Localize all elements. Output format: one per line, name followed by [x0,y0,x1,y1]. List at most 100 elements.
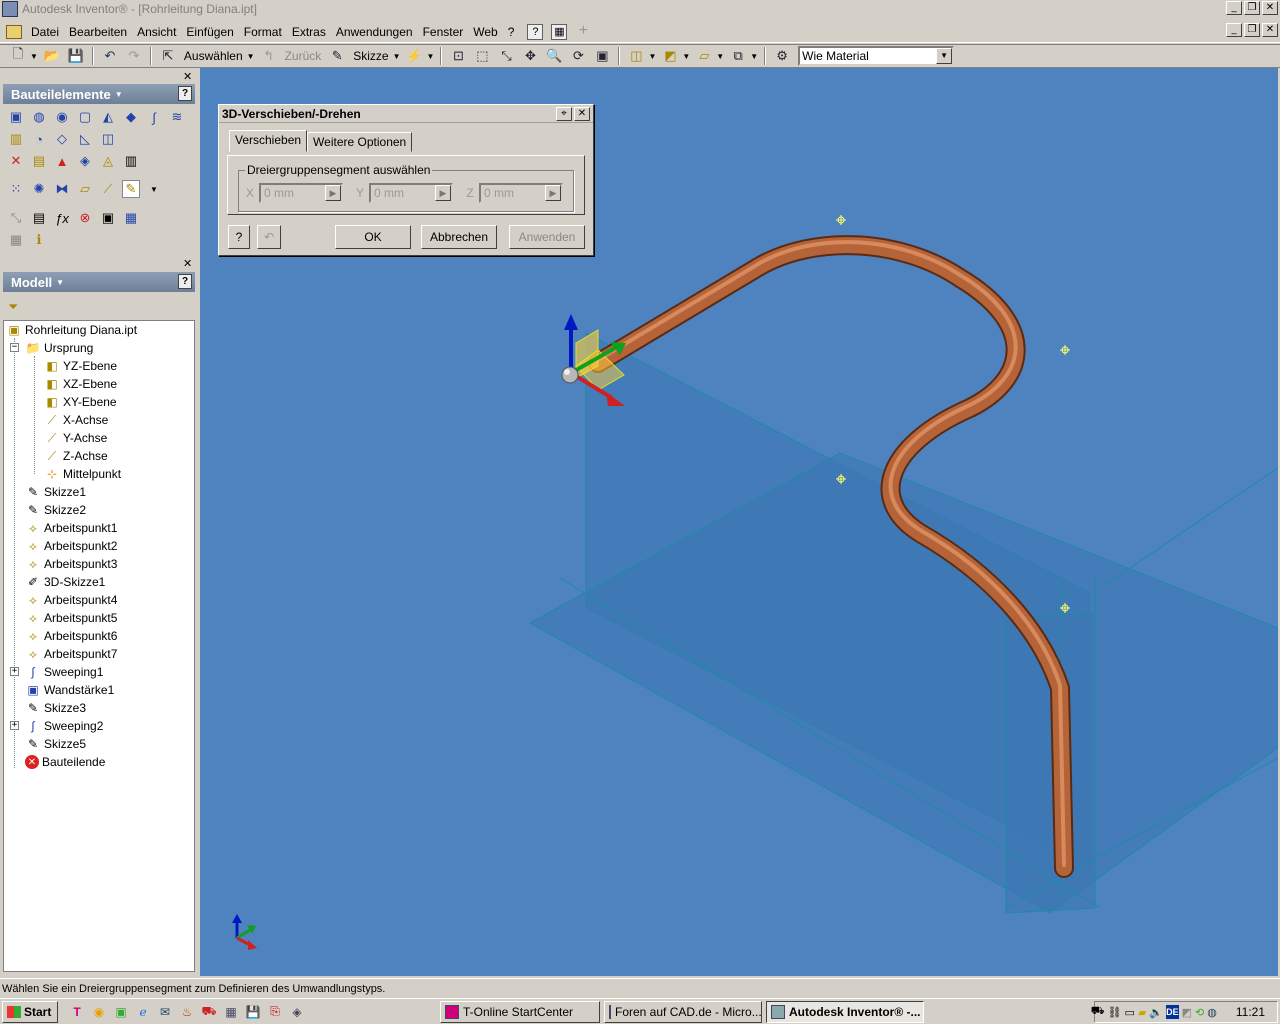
menu-fenster[interactable]: Fenster [418,25,469,39]
doc-close-button[interactable]: ✕ [1262,23,1278,37]
redo-icon[interactable]: ↷ [124,47,144,65]
menu-einfuegen[interactable]: Einfügen [181,25,238,39]
rotate-icon[interactable]: ⟳ [568,47,588,65]
media-player-icon[interactable]: ◉ [90,1003,108,1021]
acrobat-icon[interactable]: ⎘ [266,1003,284,1021]
security-icon[interactable]: ◍ [1207,1005,1217,1019]
table-icon[interactable]: ▦ [122,209,140,227]
help-button[interactable]: ? [228,225,250,249]
zoom-window-icon[interactable]: ⬚ [472,47,492,65]
inventor-icon[interactable]: ◈ [288,1003,306,1021]
menu-help[interactable]: ? [503,25,520,39]
tree-item-end-of-part[interactable]: ✕ Bauteilende [25,753,105,771]
dialog-title-bar[interactable]: 3D-Verschieben/-Drehen [219,105,593,123]
sectional-view-icon[interactable]: ⧉ [728,47,748,65]
tree-item-sketch1[interactable]: ✎ Skizze1 [25,483,86,501]
features-panel-close-icon[interactable]: ✕ [183,70,192,83]
tree-item-workpoint6[interactable]: ⟡ Arbeitspunkt6 [25,627,117,645]
minimize-button[interactable]: _ [1226,1,1242,15]
revolve-icon[interactable]: ◍ [30,108,48,126]
tree-item-workpoint7[interactable]: ⟡ Arbeitspunkt7 [25,645,117,663]
ucs-icon[interactable]: ⤡ [7,209,25,227]
tree-item-sweep1[interactable]: ∫ Sweeping1 [25,663,103,681]
help-icon[interactable]: ? [178,86,192,101]
section-dropdown-icon[interactable]: ▼ [750,52,758,61]
connection-icon[interactable]: ⛓ [1108,1005,1122,1019]
tree-item-y-axis[interactable]: ⟋ Y-Achse [44,429,107,447]
info-icon[interactable]: ℹ [30,231,48,249]
expand-icon[interactable]: + [10,667,19,676]
zoom-all-icon[interactable]: ⊡ [448,47,468,65]
dialog-close-button[interactable]: ✕ [574,107,590,121]
sync-icon[interactable]: ⟲ [1195,1005,1204,1019]
split-icon[interactable]: ◫ [99,130,117,148]
speaker-icon[interactable]: 🔈 [1149,1005,1163,1019]
display-dropdown-icon[interactable]: ▼ [682,52,690,61]
language-indicator[interactable]: DE [1166,1005,1179,1019]
sketch-dropdown-icon[interactable]: ▼ [393,52,401,61]
sketch-icon[interactable]: ✎ [327,47,347,65]
doc-minimize-button[interactable]: _ [1226,23,1242,37]
network-icon[interactable]: ⛟ [1091,1005,1105,1019]
create-ifeature-icon[interactable]: ▣ [99,209,117,227]
pin-icon[interactable]: ⌖ [556,107,572,121]
menu-web[interactable]: Web [468,25,502,39]
features-panel-header[interactable]: Bauteilelemente ▼ ? [3,84,195,104]
shaded-display-icon[interactable]: ◩ [660,47,680,65]
monitor-icon[interactable]: ▭ [1125,1005,1135,1019]
hole-icon[interactable]: ◉ [53,108,71,126]
look-at-icon[interactable]: ▣ [592,47,612,65]
menu-extras[interactable]: Extras [287,25,331,39]
inventor-app-icon[interactable] [2,1,18,17]
filter-icon[interactable]: ⏷ [8,299,18,315]
ground-shadow-icon[interactable]: ▱ [694,47,714,65]
internet-explorer-icon[interactable]: ℯ [134,1003,152,1021]
decal-icon[interactable]: ◈ [76,152,94,170]
sketch-button[interactable]: Skizze [353,49,388,63]
new-file-icon[interactable]: 🗋 [8,46,28,65]
zoom-icon[interactable]: ⤡ [496,47,516,65]
outlook-icon[interactable]: ✉ [156,1003,174,1021]
tree-item-3d-sketch1[interactable]: ✐ 3D-Skizze1 [25,573,105,591]
car-icon[interactable]: ⛟ [200,1003,218,1021]
work-axis-icon[interactable]: ⟋ [99,180,117,198]
task-t-online[interactable]: T-Online StartCenter [440,1001,600,1023]
open-file-icon[interactable]: 📂 [42,47,62,65]
tree-item-sketch3[interactable]: ✎ Skizze3 [25,699,86,717]
copy-object-icon[interactable]: ◬ [99,152,117,170]
work-dropdown-icon[interactable]: ▼ [145,180,163,198]
whats-this-help-icon[interactable]: ? [527,23,544,40]
close-button[interactable]: ✕ [1262,1,1278,15]
view-dropdown-icon[interactable]: ▼ [648,52,656,61]
floppy-icon[interactable]: 💾 [244,1003,262,1021]
tree-item-workpoint5[interactable]: ⟡ Arbeitspunkt5 [25,609,117,627]
shell-icon[interactable]: ▢ [76,108,94,126]
new-dropdown-icon[interactable]: ▼ [30,52,38,61]
zoom-selected-icon[interactable]: 🔍 [544,47,564,65]
menu-format[interactable]: Format [239,25,287,39]
shadow-dropdown-icon[interactable]: ▼ [716,52,724,61]
tree-item-sketch2[interactable]: ✎ Skizze2 [25,501,86,519]
calculator-icon[interactable]: ▦ [222,1003,240,1021]
tree-item-x-axis[interactable]: ⟋ X-Achse [44,411,109,429]
emboss-icon[interactable]: ▲ [53,152,71,170]
loft-icon[interactable]: ◆ [122,108,140,126]
extrude-icon[interactable]: ▣ [7,108,25,126]
tree-item-workpoint1[interactable]: ⟡ Arbeitspunkt1 [25,519,117,537]
triad-center-sphere[interactable] [561,366,579,384]
update-icon[interactable]: ⚡ [405,47,425,65]
ok-button[interactable]: OK [335,225,411,249]
iso-view-icon[interactable]: ◫ [626,47,646,65]
model-panel-close-icon[interactable]: ✕ [183,257,192,270]
save-icon[interactable]: 💾 [66,47,86,65]
expand-icon[interactable]: + [10,721,19,730]
start-button[interactable]: Start [2,1000,58,1023]
desktop-icon[interactable]: ▣ [112,1003,130,1021]
tree-item-sweep2[interactable]: ∫ Sweeping2 [25,717,103,735]
collapse-icon[interactable]: − [10,343,19,352]
tree-item-yz-plane[interactable]: ◧ YZ-Ebene [44,357,117,375]
chamfer-icon[interactable]: ◇ [53,130,71,148]
tree-item-workpoint2[interactable]: ⟡ Arbeitspunkt2 [25,537,117,555]
tree-item-xz-plane[interactable]: ◧ XZ-Ebene [44,375,117,393]
rib-icon[interactable]: ◭ [99,108,117,126]
